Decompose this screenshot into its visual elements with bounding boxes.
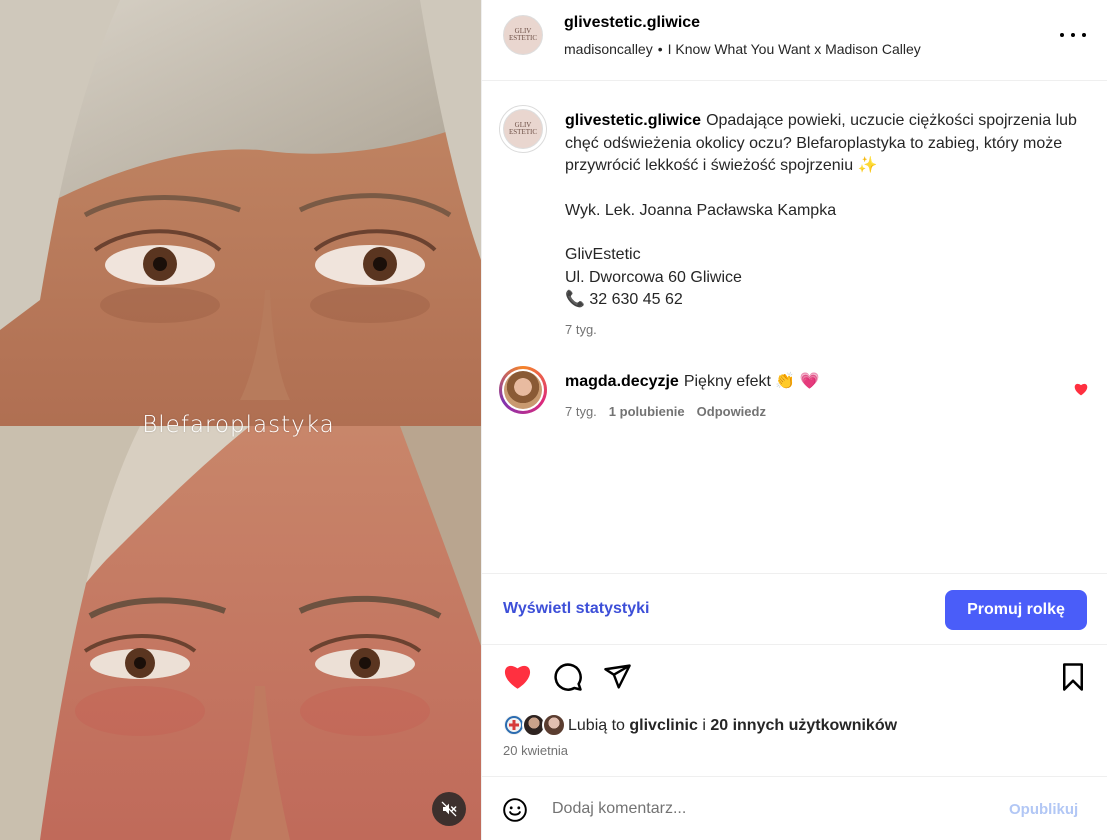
avatar-logo-text: GLIV ESTETIC: [509, 27, 537, 42]
bookmark-icon: [1063, 663, 1083, 691]
comment-likes[interactable]: 1 polubienie: [609, 404, 685, 419]
audio-title[interactable]: I Know What You Want x Madison Calley: [668, 41, 921, 57]
commenter-avatar[interactable]: [499, 366, 547, 414]
reply-button[interactable]: Odpowiedz: [697, 404, 766, 419]
commenter-username[interactable]: magda.decyzje: [565, 373, 679, 390]
emoji-button[interactable]: [502, 797, 528, 828]
share-button[interactable]: [603, 662, 632, 696]
caption-line-2: Wyk. Lek. Joanna Pacławska Kampka: [565, 201, 837, 219]
phone-number: 32 630 45 62: [589, 291, 683, 308]
likes-text: Lubią to glivclinic i 20 innych użytkown…: [568, 717, 897, 735]
view-insights-link[interactable]: Wyświetl statystyki: [503, 600, 649, 618]
likes-summary: Lubią to glivclinic i 20 innych użytkown…: [502, 713, 897, 739]
speaker-muted-icon: [441, 801, 457, 817]
caption-time[interactable]: 7 tyg.: [565, 322, 597, 337]
comment-item: magda.decyzje Piękny efekt 👏 💗 7 tyg. 1 po…: [482, 366, 1107, 426]
comment-time[interactable]: 7 tyg.: [565, 404, 597, 419]
after-photo: [0, 426, 481, 840]
save-button[interactable]: [1060, 662, 1086, 697]
add-comment-bar: Opublikuj: [482, 776, 1107, 840]
heart-filled-icon: [1074, 383, 1088, 396]
media-overlay-text: Blefaroplastyka: [142, 412, 335, 438]
action-bar: [482, 656, 1107, 700]
heart-filled-icon: [504, 665, 531, 689]
likes-prefix: Lubią to: [568, 717, 625, 734]
caption-avatar[interactable]: GLIV ESTETIC: [499, 105, 547, 153]
audio-info: madisoncalley • I Know What You Want x Mad…: [564, 41, 921, 57]
liker-username[interactable]: glivclinic: [629, 717, 697, 734]
comment-bubble-icon: [554, 663, 582, 691]
smiley-icon: [503, 798, 527, 822]
like-button[interactable]: [502, 662, 533, 695]
header-username[interactable]: glivestetic.gliwice: [564, 14, 700, 32]
comment-body: Piękny efekt 👏 💗: [683, 373, 820, 390]
liker-avatar: [542, 713, 566, 737]
post-media[interactable]: Blefaroplastyka: [0, 0, 481, 840]
account-avatar[interactable]: GLIV ESTETIC: [503, 15, 543, 55]
before-photo: [0, 0, 481, 426]
comment-input[interactable]: [552, 791, 992, 827]
audio-author[interactable]: madisoncalley: [564, 41, 653, 57]
account-avatar-small: GLIV ESTETIC: [503, 109, 543, 149]
post-date[interactable]: 20 kwietnia: [503, 743, 568, 758]
caption-line-3: GlivEstetic: [565, 246, 641, 263]
comment-like-button[interactable]: [1073, 382, 1089, 401]
comment-text: magda.decyzje Piękny efekt 👏 💗: [565, 371, 820, 391]
separator-dot: •: [657, 41, 663, 57]
liker-avatars[interactable]: [502, 713, 568, 739]
likes-connector: i: [702, 717, 706, 734]
caption-text: glivestetic.gliwice Opadające powieki, uc…: [565, 110, 1085, 312]
caption-line-4: Ul. Dworcowa 60 Gliwice: [565, 268, 742, 286]
likes-others-link[interactable]: 20 innych użytkowników: [710, 717, 897, 734]
comment-meta: 7 tyg. 1 polubienie Odpowiedz: [565, 404, 778, 419]
comment-button[interactable]: [553, 662, 583, 697]
mute-button[interactable]: [432, 792, 466, 826]
caption-phone: 📞 32 630 45 62: [565, 289, 1085, 312]
publish-button[interactable]: Opublikuj: [1009, 801, 1078, 818]
dot-icon: [1060, 33, 1064, 37]
avatar-logo-text: GLIV ESTETIC: [509, 121, 537, 136]
more-options-button[interactable]: [1060, 26, 1086, 44]
send-icon: [604, 664, 631, 689]
phone-icon: 📞: [565, 291, 585, 308]
post-details-panel: GLIV ESTETIC glivestetic.gliwice madison…: [481, 0, 1107, 840]
dot-icon: [1071, 33, 1075, 37]
caption-username[interactable]: glivestetic.gliwice: [565, 112, 701, 129]
insights-row: Wyświetl statystyki Promuj rolkę: [482, 573, 1107, 645]
promote-reel-button[interactable]: Promuj rolkę: [945, 590, 1087, 630]
dot-icon: [1082, 33, 1086, 37]
post-header: GLIV ESTETIC glivestetic.gliwice madison…: [482, 0, 1107, 81]
